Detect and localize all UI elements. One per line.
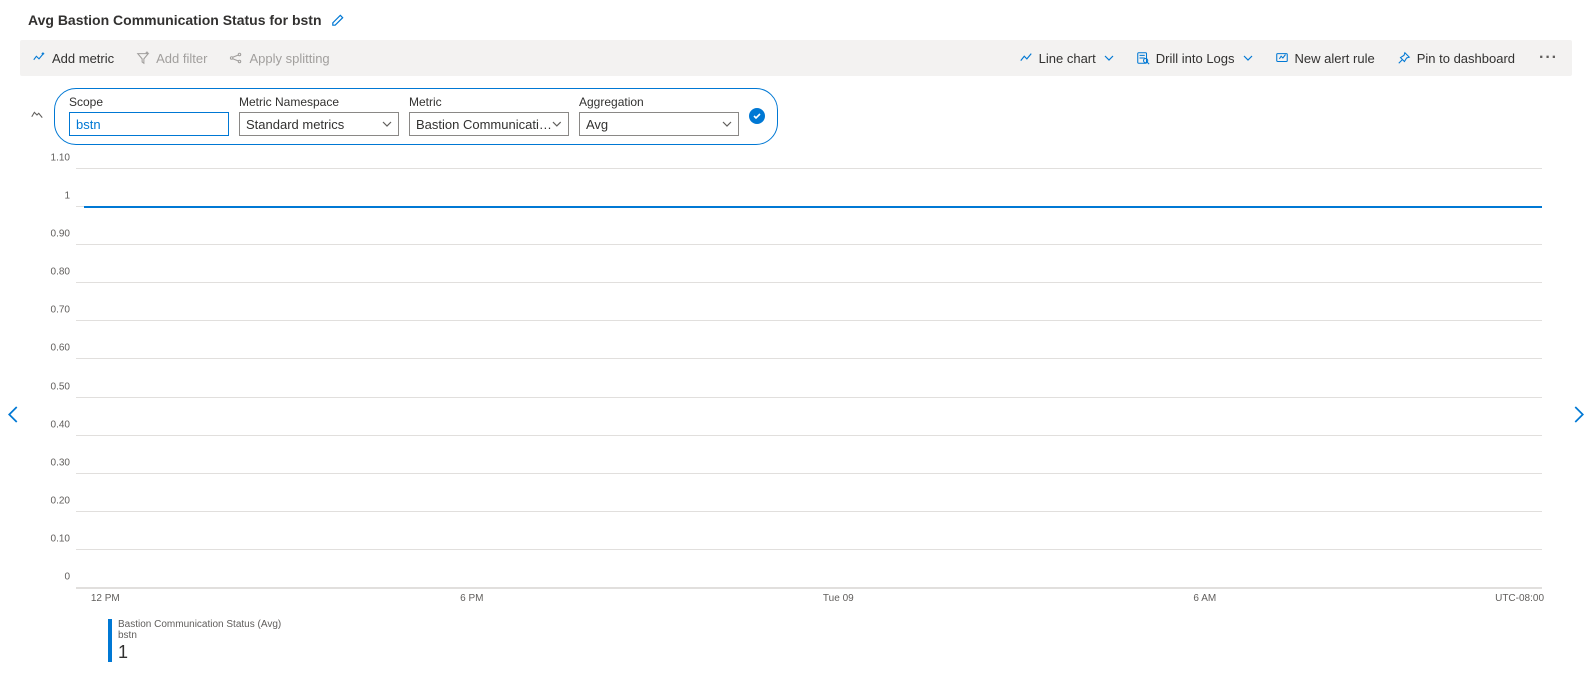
y-gridline [76,320,1542,321]
x-tick-label: 6 AM [1193,593,1216,604]
chevron-down-icon [552,119,562,129]
aggregation-select[interactable]: Avg [579,112,739,136]
namespace-value: Standard metrics [246,117,344,132]
legend-series-sub: bstn [118,630,281,641]
aggregation-value: Avg [586,117,608,132]
y-tick-label: 1 [42,191,70,202]
chevron-down-icon [1243,53,1253,63]
series-line [84,206,1542,208]
y-tick-label: 0.90 [42,229,70,240]
y-tick-label: 0.10 [42,533,70,544]
metric-label: Metric [409,95,569,109]
y-gridline [76,435,1542,436]
chart-next-button[interactable] [1572,404,1586,427]
y-tick-label: 0.20 [42,495,70,506]
x-tick-label: 6 PM [460,593,483,604]
pin-to-dashboard-button[interactable]: Pin to dashboard [1395,47,1517,70]
drill-into-logs-label: Drill into Logs [1156,51,1235,66]
y-tick-label: 0.50 [42,381,70,392]
chart-type-dropdown[interactable]: Line chart [1017,47,1116,70]
confirm-check-icon[interactable] [749,108,765,124]
page-title: Avg Bastion Communication Status for bst… [28,12,322,28]
y-gridline [76,244,1542,245]
drag-handle-icon[interactable] [30,108,44,125]
scope-label: Scope [69,95,229,109]
metric-value: Bastion Communicatio... [416,117,552,132]
chart-prev-button[interactable] [6,404,20,427]
y-gridline [76,511,1542,512]
chevron-down-icon [722,119,732,129]
y-gridline [76,358,1542,359]
add-filter-label: Add filter [156,51,207,66]
drill-into-logs-button[interactable]: Drill into Logs [1134,47,1255,70]
apply-splitting-button[interactable]: Apply splitting [227,47,331,70]
namespace-label: Metric Namespace [239,95,399,109]
y-tick-label: 0 [42,572,70,583]
new-alert-rule-label: New alert rule [1295,51,1375,66]
more-actions-button[interactable]: ··· [1535,49,1562,67]
y-tick-label: 0.70 [42,305,70,316]
namespace-select[interactable]: Standard metrics [239,112,399,136]
y-gridline [76,397,1542,398]
chart-legend[interactable]: Bastion Communication Status (Avg) bstn … [108,619,1542,662]
y-tick-label: 0.40 [42,419,70,430]
chart-container: 00.100.200.300.400.500.600.700.800.9011.… [20,169,1572,662]
aggregation-label: Aggregation [579,95,739,109]
metrics-toolbar: Add metric Add filter Apply splitting Li… [20,40,1572,76]
legend-series-value: 1 [118,642,281,662]
chevron-down-icon [382,119,392,129]
y-gridline [76,168,1542,169]
add-metric-button[interactable]: Add metric [30,47,116,70]
y-tick-label: 1.10 [42,153,70,164]
y-gridline [76,587,1542,588]
scope-select[interactable]: bstn [69,112,229,136]
y-tick-label: 0.60 [42,343,70,354]
x-tick-label: 12 PM [91,593,120,604]
legend-series-name: Bastion Communication Status (Avg) [118,619,281,630]
timezone-label: UTC-08:00 [1495,593,1544,604]
y-gridline [76,549,1542,550]
add-metric-label: Add metric [52,51,114,66]
chevron-down-icon [1104,53,1114,63]
x-axis: UTC-08:00 12 PM 6 PM Tue 09 6 AM [76,589,1542,609]
new-alert-rule-button[interactable]: New alert rule [1273,47,1377,70]
edit-icon[interactable] [330,13,345,28]
y-tick-label: 0.80 [42,267,70,278]
add-filter-button[interactable]: Add filter [134,47,209,70]
y-gridline [76,282,1542,283]
x-tick-label: Tue 09 [823,593,854,604]
scope-value: bstn [76,117,101,132]
y-tick-label: 0.30 [42,457,70,468]
metric-selector-pill: Scope bstn Metric Namespace Standard met… [54,88,778,145]
y-gridline [76,473,1542,474]
pin-to-dashboard-label: Pin to dashboard [1417,51,1515,66]
plot-area[interactable]: 00.100.200.300.400.500.600.700.800.9011.… [76,169,1542,589]
chart-type-label: Line chart [1039,51,1096,66]
metric-select[interactable]: Bastion Communicatio... [409,112,569,136]
apply-splitting-label: Apply splitting [249,51,329,66]
